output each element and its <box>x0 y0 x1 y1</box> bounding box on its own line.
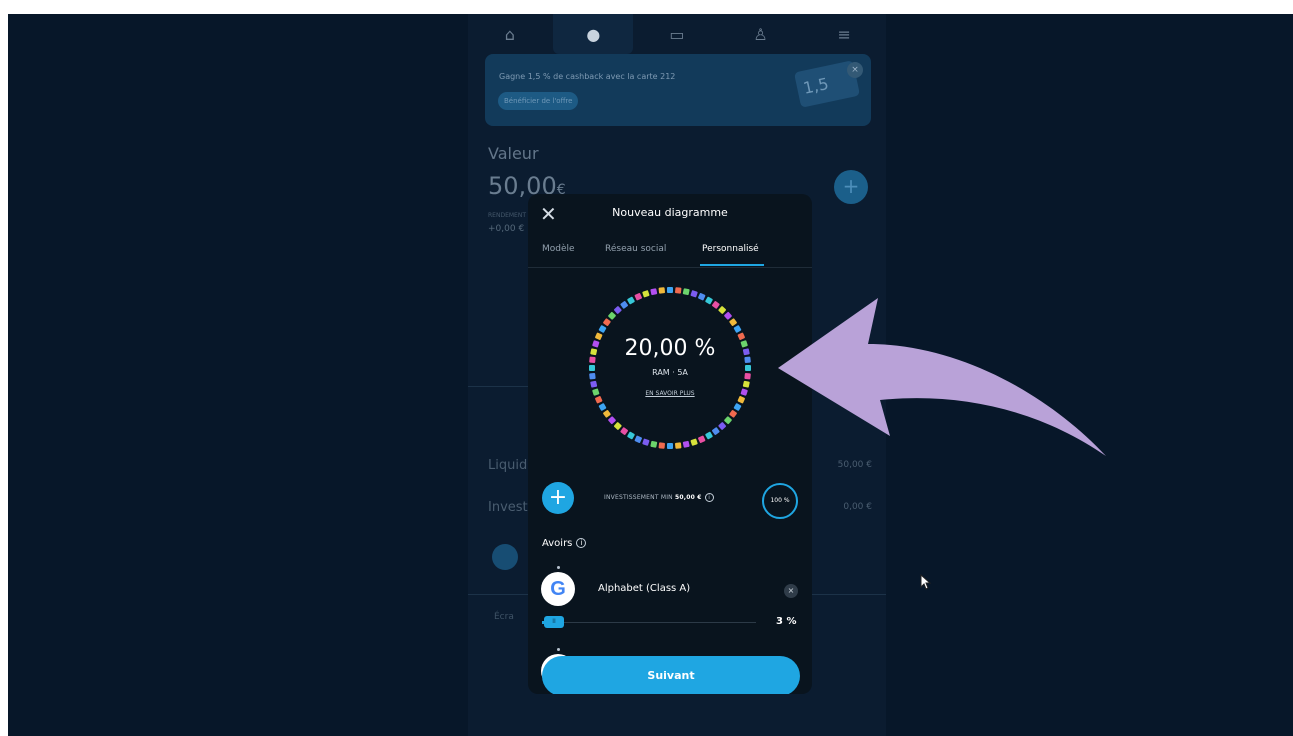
invest-min-label: INVESTISSEMENT MIN <box>604 494 673 501</box>
home-icon[interactable]: ⌂ <box>470 14 550 54</box>
invest-min: INVESTISSEMENT MIN 50,00 € i <box>604 493 714 502</box>
add-circle-icon[interactable] <box>492 544 518 570</box>
pie-chart-icon[interactable]: ● <box>553 14 634 54</box>
tab-modele[interactable]: Modèle <box>542 244 575 254</box>
info-icon[interactable]: i <box>576 538 587 548</box>
ring-center: 20,00 % RAM · 5A EN SAVOIR PLUS <box>584 282 756 454</box>
allocation-ring: 20,00 % RAM · 5A EN SAVOIR PLUS <box>584 282 756 454</box>
users-icon[interactable]: ♙ <box>721 14 801 54</box>
logo-letter: G <box>550 578 566 600</box>
color-dot <box>557 648 560 651</box>
cashback-banner: Gagne 1,5 % de cashback avec la carte 21… <box>485 54 871 126</box>
allocation-slider-thumb[interactable]: II <box>544 616 564 628</box>
annotation-arrow-icon <box>778 298 1106 456</box>
menu-icon[interactable]: ≡ <box>804 14 884 54</box>
google-logo-icon: G <box>541 572 575 606</box>
ecran-label: Écra <box>494 612 514 622</box>
info-icon[interactable]: i <box>704 493 714 502</box>
tab-bar: Modèle Réseau social Personnalisé <box>528 240 812 268</box>
color-dot <box>557 566 560 569</box>
allocation-total-badge: 100 % <box>762 483 798 519</box>
card-icon[interactable]: ▭ <box>637 14 717 54</box>
modal-title: Nouveau diagramme <box>612 206 728 219</box>
banner-close-icon[interactable]: × <box>847 62 863 78</box>
top-nav: ⌂ ● ▭ ♙ ≡ <box>468 14 886 54</box>
active-tab-indicator <box>700 264 764 266</box>
investis-value: 0,00 € <box>843 502 872 512</box>
avoirs-label: Avoirs <box>542 538 573 549</box>
next-button[interactable]: Suivant <box>542 656 800 694</box>
add-holding-button[interactable]: + <box>542 482 574 514</box>
remove-holding-icon[interactable]: × <box>784 584 798 598</box>
allocation-slider-track[interactable] <box>542 622 756 623</box>
value-label: Valeur <box>488 144 539 163</box>
screen: ⌂ ● ▭ ♙ ≡ Gagne 1,5 % de cashback avec l… <box>8 14 1293 736</box>
banner-text: Gagne 1,5 % de cashback avec la carte 21… <box>499 72 676 81</box>
rendement-label: RENDEMENT <box>488 212 526 219</box>
avoirs-heading: Avoirs i <box>542 538 587 549</box>
holding-percent: 3 % <box>776 616 797 627</box>
ring-subtitle: RAM · 5A <box>652 368 688 377</box>
tab-reseau-social[interactable]: Réseau social <box>605 244 666 254</box>
banner-offer-button[interactable]: Bénéficier de l'offre <box>498 92 579 110</box>
invest-min-value: 50,00 € <box>674 494 702 501</box>
add-funds-button[interactable]: + <box>834 170 868 204</box>
ring-percent: 20,00 % <box>624 336 716 361</box>
rendement-value: +0,00 € <box>488 224 525 234</box>
mouse-cursor-icon <box>920 574 932 590</box>
tab-personnalise[interactable]: Personnalisé <box>702 244 759 254</box>
holding-name: Alphabet (Class A) <box>598 583 691 594</box>
learn-more-link[interactable]: EN SAVOIR PLUS <box>584 390 756 397</box>
